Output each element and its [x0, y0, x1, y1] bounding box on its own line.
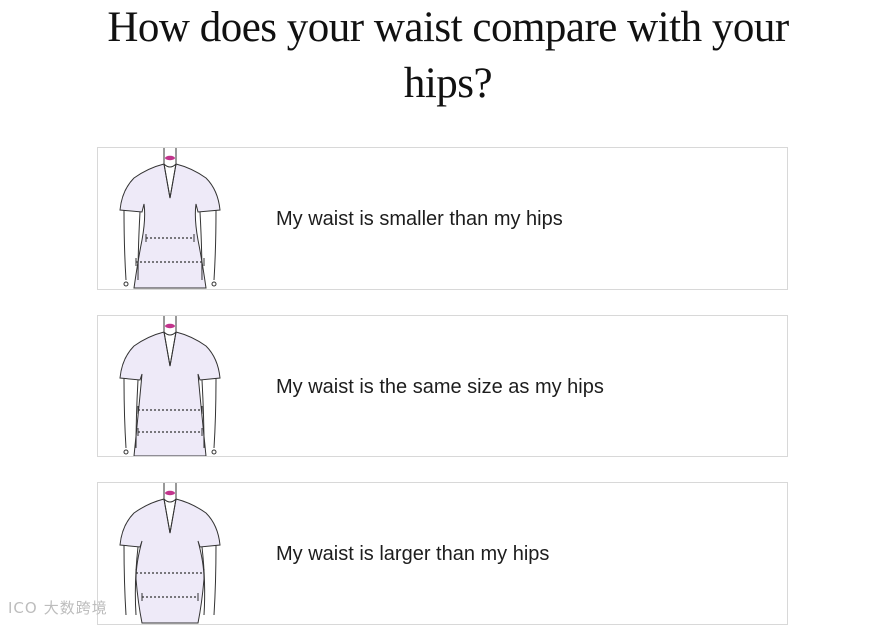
option-waist-larger[interactable]: My waist is larger than my hips: [97, 482, 788, 625]
body-shape-waist-larger-icon: [112, 483, 228, 624]
watermark-logo: ICO: [8, 599, 38, 617]
watermark: ICO 大数跨境: [8, 597, 108, 618]
option-label: My waist is smaller than my hips: [276, 208, 563, 230]
question-title: How does your waist compare with your hi…: [107, 4, 789, 107]
body-shape-waist-same-icon: [112, 316, 228, 456]
option-label: My waist is larger than my hips: [276, 543, 550, 565]
option-waist-smaller[interactable]: My waist is smaller than my hips: [97, 147, 788, 290]
watermark-text: 大数跨境: [43, 599, 108, 617]
body-shape-waist-smaller-icon: [112, 148, 228, 289]
option-label: My waist is the same size as my hips: [276, 376, 604, 398]
option-waist-same[interactable]: My waist is the same size as my hips: [97, 315, 788, 457]
